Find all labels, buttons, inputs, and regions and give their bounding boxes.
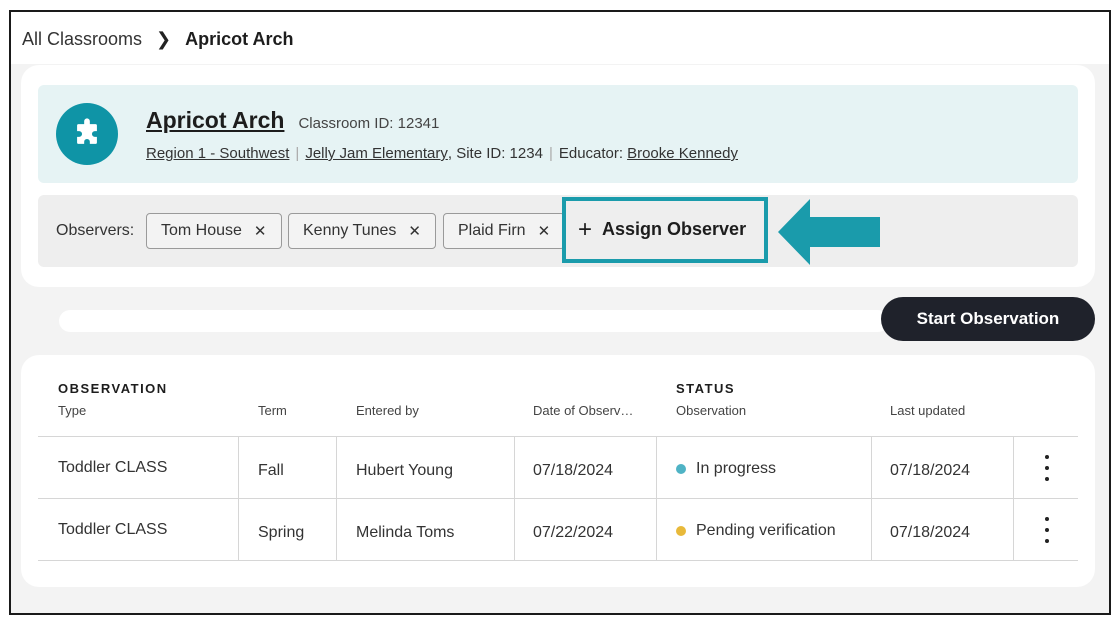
table-divider [38,436,1078,437]
column-header-type[interactable]: Type [58,403,86,418]
observations-table: OBSERVATION STATUS Type Term Entered by … [21,355,1095,587]
column-divider [1013,436,1014,560]
cell-last-updated: 07/18/2024 [890,524,971,541]
divider: | [548,145,553,162]
observer-chip: Tom House ✕ [146,213,282,249]
educator-label: Educator: [558,145,624,162]
observer-chip: Plaid Firn ✕ [443,213,566,249]
observer-name: Plaid Firn [458,222,526,239]
column-header-date[interactable]: Date of Observ… [533,403,633,418]
group-header-observation: OBSERVATION [58,381,168,396]
assign-observer-button[interactable]: + Assign Observer [578,215,747,243]
status-text: Pending verification [696,522,836,539]
row-menu-kebab-icon[interactable] [1038,517,1056,543]
classroom-card: Apricot Arch Classroom ID: 12341 Region … [21,65,1095,287]
group-header-status: STATUS [676,381,736,396]
classroom-banner: Apricot Arch Classroom ID: 12341 Region … [38,85,1078,183]
breadcrumb: All Classrooms ❯ Apricot Arch [22,29,293,50]
cell-type: Toddler CLASS [58,459,168,476]
cell-term: Spring [258,524,305,541]
classroom-title-row: Apricot Arch Classroom ID: 12341 [146,107,439,134]
table-divider [38,498,1078,499]
observers-bar: Observers: Tom House ✕ Kenny Tunes ✕ Pla… [38,195,1078,267]
educator-link[interactable]: Brooke Kennedy [627,145,738,162]
status-badge: Pending verification [676,522,836,540]
observers-label: Observers: [56,222,135,239]
cell-type: Toddler CLASS [58,521,168,538]
remove-observer-icon[interactable]: ✕ [254,222,267,240]
status-text: In progress [696,460,777,477]
status-dot-icon [676,526,686,536]
column-header-entered-by[interactable]: Entered by [356,403,419,418]
observer-chip: Kenny Tunes ✕ [288,213,436,249]
remove-observer-icon[interactable]: ✕ [538,222,551,240]
table-divider [38,560,1078,561]
column-divider [238,436,239,560]
region-link[interactable]: Region 1 - Southwest [146,145,289,162]
status-dot-icon [676,464,686,474]
cell-date: 07/22/2024 [533,524,614,541]
column-header-observation-status[interactable]: Observation [676,403,746,418]
cell-entered-by: Hubert Young [356,462,453,479]
column-divider [656,436,657,560]
classroom-title-link[interactable]: Apricot Arch [146,107,284,134]
column-divider [336,436,337,560]
remove-observer-icon[interactable]: ✕ [408,222,421,240]
column-header-last-updated[interactable]: Last updated [890,403,965,418]
app-frame: All Classrooms ❯ Apricot Arch Apricot Ar… [9,10,1111,615]
plus-icon: + [578,215,593,243]
status-badge: In progress [676,460,776,478]
observer-name: Kenny Tunes [303,222,397,239]
classroom-id: Classroom ID: 12341 [298,115,440,132]
puzzle-icon [56,103,118,165]
breadcrumb-current: Apricot Arch [185,29,294,49]
column-divider [514,436,515,560]
cell-last-updated: 07/18/2024 [890,462,971,479]
school-link[interactable]: Jelly Jam Elementary [305,145,448,162]
start-observation-button[interactable]: Start Observation [881,297,1095,341]
chevron-right-icon: ❯ [156,29,172,49]
cell-date: 07/18/2024 [533,462,614,479]
column-header-term[interactable]: Term [258,403,287,418]
row-menu-kebab-icon[interactable] [1038,455,1056,481]
site-id: , Site ID: 1234 [447,145,543,162]
cell-term: Fall [258,462,284,479]
column-divider [871,436,872,560]
divider: | [295,145,300,162]
breadcrumb-all-classrooms[interactable]: All Classrooms [22,29,142,50]
cell-entered-by: Melinda Toms [356,524,455,541]
divider-strip [59,310,889,332]
pointer-arrow-icon [778,199,880,265]
assign-observer-label: Assign Observer [602,219,747,239]
observer-name: Tom House [161,222,242,239]
classroom-meta: Region 1 - Southwest | Jelly Jam Element… [146,145,738,162]
